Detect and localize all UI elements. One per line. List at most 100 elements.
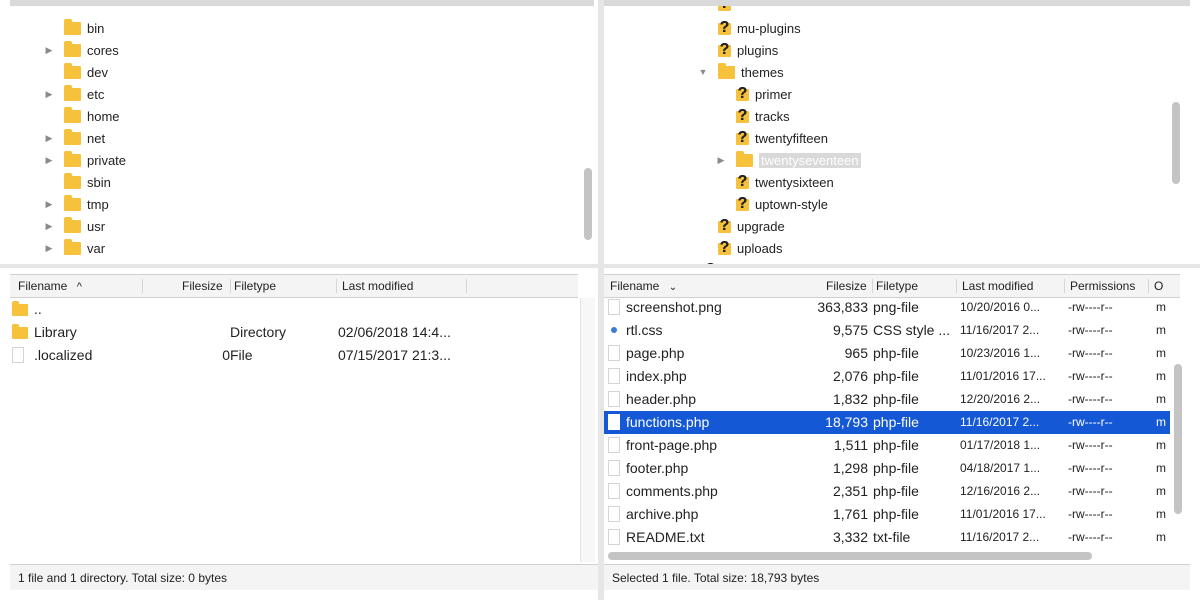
- expand-arrow-icon[interactable]: ▶: [44, 45, 54, 55]
- tree-item[interactable]: ? tracks: [736, 106, 790, 126]
- file-name: rtl.css: [626, 322, 663, 338]
- column-separator[interactable]: [956, 279, 957, 293]
- remote-file-list[interactable]: Filename ⌄ Filesize Filetype Last modifi…: [604, 268, 1200, 564]
- question-folder-icon: ?: [718, 6, 731, 13]
- question-folder-icon: ?: [736, 195, 749, 212]
- file-type: php-file: [873, 483, 919, 499]
- remote-directory-tree[interactable]: ?? mu-plugins? plugins ▼ themes? primer? track…: [604, 6, 1200, 264]
- tree-item-label: primer: [755, 86, 792, 102]
- expand-arrow-icon[interactable]: ▶: [44, 89, 54, 99]
- column-owner[interactable]: O: [1154, 275, 1174, 297]
- remote-list-horizontal-scrollbar[interactable]: [608, 552, 1092, 560]
- tree-item[interactable]: sbin: [64, 172, 111, 192]
- tree-item[interactable]: home: [64, 106, 120, 126]
- file-type: php-file: [873, 414, 919, 430]
- tree-item-clipped[interactable]: ?: [718, 6, 737, 14]
- tree-item[interactable]: ? primer: [736, 84, 792, 104]
- file-type: Directory: [230, 324, 287, 340]
- remote-list-vertical-scrollbar[interactable]: [1174, 364, 1182, 514]
- column-last-modified[interactable]: Last modified: [962, 275, 1062, 297]
- column-filesize[interactable]: Filesize: [182, 275, 230, 297]
- column-filename[interactable]: Filename ⌄: [610, 275, 730, 297]
- file-row[interactable]: page.php 965 php-file 10/23/2016 1... -rw---…: [604, 342, 1170, 365]
- file-owner: m: [1156, 369, 1166, 383]
- tree-item[interactable]: ? mu-plugins: [718, 18, 801, 38]
- local-tree-scrollbar[interactable]: [584, 168, 592, 240]
- file-row[interactable]: header.php 1,832 php-file 12/20/2016 2... -r…: [604, 388, 1170, 411]
- tree-item[interactable]: ▶ tmp: [46, 194, 109, 214]
- expand-arrow-icon[interactable]: ▶: [716, 155, 726, 165]
- file-size: 1,511: [834, 437, 868, 453]
- column-separator[interactable]: [336, 279, 337, 293]
- tree-item[interactable]: ▶ net: [46, 128, 106, 148]
- column-separator[interactable]: [1064, 279, 1065, 293]
- tree-item[interactable]: ▶ cores: [46, 40, 119, 60]
- file-type: [230, 298, 330, 321]
- file-row[interactable]: functions.php 18,793 php-file 11/16/2017 2.…: [604, 411, 1170, 434]
- tree-item[interactable]: bin: [64, 18, 104, 38]
- file-row[interactable]: comments.php 2,351 php-file 12/16/2016 2...…: [604, 480, 1170, 503]
- remote-tree-scrollbar[interactable]: [1172, 102, 1180, 184]
- file-owner: m: [1156, 461, 1166, 475]
- column-separator[interactable]: [872, 279, 873, 293]
- column-permissions[interactable]: Permissions: [1070, 275, 1144, 297]
- file-row[interactable]: screenshot.png 363,833 png-file 10/20/2016 …: [604, 296, 1170, 319]
- file-row[interactable]: Library Directory 02/06/2018 14:4...: [10, 321, 578, 344]
- collapse-arrow-icon[interactable]: ▼: [698, 67, 708, 77]
- file-size: 1,761: [832, 506, 868, 522]
- folder-icon: [64, 18, 81, 35]
- local-file-list[interactable]: Filename ^ Filesize Filetype Last modifi…: [0, 268, 598, 564]
- file-type: php-file: [873, 437, 919, 453]
- expand-arrow-icon[interactable]: ▶: [44, 155, 54, 165]
- tree-item[interactable]: ▶ usr: [46, 216, 106, 236]
- column-filesize[interactable]: Filesize: [826, 275, 872, 297]
- tree-item[interactable]: dev: [64, 62, 108, 82]
- tree-item-label: net: [87, 130, 106, 146]
- file-permissions: -rw----r--: [1068, 484, 1113, 498]
- file-row[interactable]: .localized 0 File 07/15/2017 21:3...: [10, 344, 578, 367]
- file-row[interactable]: footer.php 1,298 php-file 04/18/2017 1... -r…: [604, 457, 1170, 480]
- column-filetype[interactable]: Filetype: [234, 275, 314, 297]
- file-row[interactable]: ..: [10, 298, 578, 321]
- expand-arrow-icon[interactable]: ▶: [44, 221, 54, 231]
- tree-item[interactable]: ▶ twentyseventeen: [718, 150, 861, 170]
- tree-item[interactable]: ▶ etc: [46, 84, 104, 104]
- local-directory-tree[interactable]: bin ▶ cores dev ▶ etc home ▶ net ▶ private sbin ▶ tmp…: [0, 6, 598, 264]
- file-permissions: -rw----r--: [1068, 415, 1113, 429]
- expand-arrow-icon[interactable]: ▶: [44, 199, 54, 209]
- tree-item-label: usr: [87, 218, 106, 234]
- file-name: page.php: [626, 345, 685, 361]
- expand-arrow-icon[interactable]: ▶: [44, 133, 54, 143]
- column-separator[interactable]: [466, 279, 467, 293]
- file-modified: 11/16/2017 2...: [960, 323, 1040, 337]
- tree-item[interactable]: ▶ private: [46, 150, 126, 170]
- tree-item[interactable]: ? uptown-style: [736, 194, 828, 214]
- column-last-modified[interactable]: Last modified: [342, 275, 462, 297]
- file-name: footer.php: [626, 460, 689, 476]
- local-list-scroll-track[interactable]: [580, 298, 595, 562]
- file-row[interactable]: rtl.css 9,575 CSS style ... 11/16/2017 2...…: [604, 319, 1170, 342]
- file-type: php-file: [873, 368, 919, 384]
- tree-item-label: home: [87, 108, 120, 124]
- column-separator[interactable]: [142, 279, 143, 293]
- folder-icon: [64, 62, 81, 79]
- column-separator[interactable]: [230, 279, 231, 293]
- tree-item[interactable]: ? upgrade: [718, 216, 785, 236]
- file-type: php-file: [873, 391, 919, 407]
- column-separator[interactable]: [1148, 279, 1149, 293]
- file-row[interactable]: front-page.php 1,511 php-file 01/17/2018 1.…: [604, 434, 1170, 457]
- file-icon: [608, 345, 620, 361]
- file-row[interactable]: index.php 2,076 php-file 11/01/2016 17... -r…: [604, 365, 1170, 388]
- tree-item[interactable]: ? plugins: [718, 40, 778, 60]
- tree-item[interactable]: ▼ themes: [699, 62, 784, 82]
- tree-item[interactable]: ? twentysixteen: [736, 172, 834, 192]
- column-filename[interactable]: Filename ^: [18, 275, 138, 297]
- tree-item[interactable]: ? twentyfifteen: [736, 128, 828, 148]
- file-permissions: -rw----r--: [1068, 438, 1113, 452]
- tree-item[interactable]: ▶ var: [46, 238, 105, 258]
- file-row[interactable]: README.txt 3,332 txt-file 11/16/2017 2... -r…: [604, 526, 1170, 549]
- column-filetype[interactable]: Filetype: [876, 275, 956, 297]
- file-row[interactable]: archive.php 1,761 php-file 11/01/2016 17...…: [604, 503, 1170, 526]
- expand-arrow-icon[interactable]: ▶: [44, 243, 54, 253]
- tree-item[interactable]: ? uploads: [718, 238, 783, 258]
